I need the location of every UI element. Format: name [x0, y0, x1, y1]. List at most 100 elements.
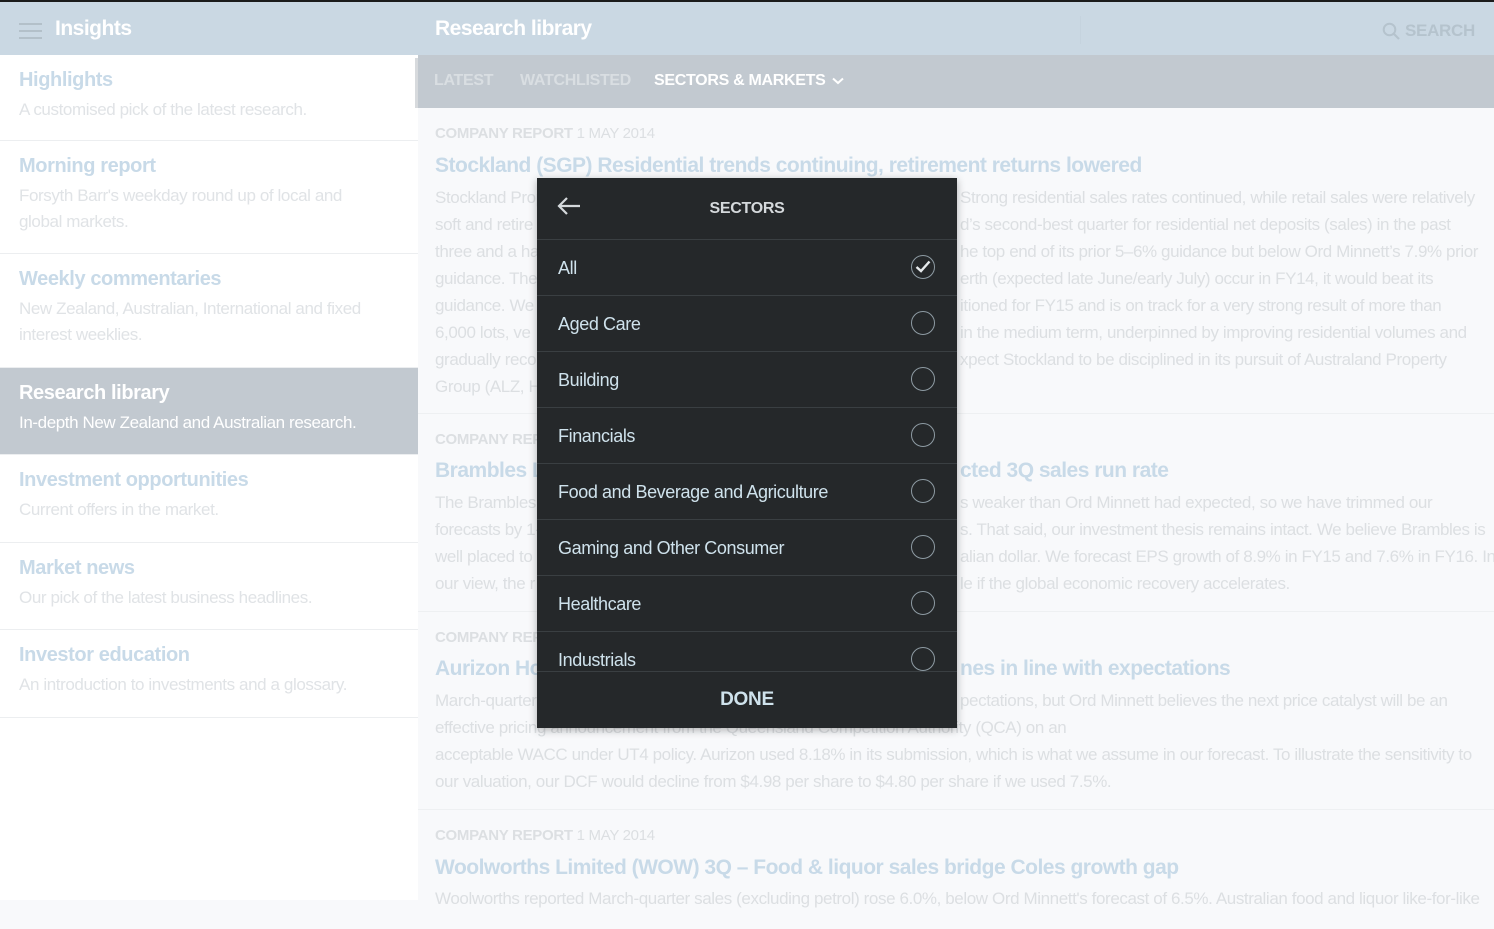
article-title-continued[interactable]: nes in line with expectations: [960, 657, 1231, 681]
sector-option-label: Industrials: [558, 650, 636, 670]
sector-option-label: Building: [558, 370, 619, 390]
article-body: Woolworths reported March-quarter sales …: [435, 885, 1480, 912]
sidebar-item-title: Morning report: [19, 155, 156, 177]
checkmark-circle-icon[interactable]: [911, 255, 935, 279]
sidebar-item-title: Investment opportunities: [19, 469, 249, 491]
sidebar-item-title: Highlights: [19, 69, 113, 91]
article-title-continued[interactable]: cted 3Q sales run rate: [960, 459, 1169, 483]
radio-circle-icon[interactable]: [911, 367, 935, 391]
sidebar-item-investor-education[interactable]: Investor education An introduction to in…: [0, 630, 418, 718]
tab-latest[interactable]: LATEST: [434, 72, 494, 90]
article-body-text: soft and retire: [435, 215, 533, 234]
article-item[interactable]: COMPANY REPORT 1 MAY 2014 Woolworths Lim…: [418, 809, 1494, 929]
article-body-text: three and a ha: [435, 242, 540, 261]
article-body-text: in the medium term, underpinned by impro…: [960, 323, 1467, 342]
article-title[interactable]: Stockland (SGP) Residential trends conti…: [435, 154, 1142, 178]
radio-circle-icon[interactable]: [911, 591, 935, 615]
sidebar-item-research-library[interactable]: Research library In-depth New Zealand an…: [0, 368, 418, 455]
article-title[interactable]: Aurizon Hol: [435, 657, 548, 681]
sidebar-list: Highlights A customised pick of the late…: [0, 55, 418, 718]
article-body-text: s. That said, our investment thesis rema…: [960, 520, 1486, 539]
article-body-text: xpect Stockland to be disciplined in its…: [960, 350, 1447, 369]
article-body-text: guidance. We: [435, 296, 534, 315]
article-body-text: s weaker than Ord Minnett had expected, …: [960, 493, 1433, 512]
sidebar-item-desc: Current offers in the market.: [19, 500, 219, 519]
sector-option-label: Gaming and Other Consumer: [558, 538, 785, 558]
sector-option[interactable]: Industrials: [537, 632, 957, 671]
sidebar-item-market-news[interactable]: Market news Our pick of the latest busin…: [0, 543, 418, 630]
article-date: 1 MAY 2014: [576, 827, 655, 844]
radio-circle-icon[interactable]: [911, 311, 935, 335]
article-body-text: gradually reco: [435, 350, 537, 369]
article-body-line: acceptable WACC under UT4 policy. Aurizo…: [435, 741, 1480, 768]
sector-option[interactable]: Healthcare: [537, 576, 957, 632]
sidebar-item-morning-report[interactable]: Morning report Forsyth Barr's weekday ro…: [0, 141, 418, 254]
sidebar-item-title: Investor education: [19, 644, 190, 666]
article-body-text: Stockland Prop: [435, 188, 545, 207]
article-body-line: our valuation, our DCF would decline fro…: [435, 768, 1480, 795]
modal-title: SECTORS: [709, 200, 785, 217]
article-body-text: well placed to: [435, 547, 533, 566]
article-body-text: Strong residential sales rates continued…: [960, 188, 1475, 207]
sector-option[interactable]: All: [537, 240, 957, 296]
sidebar-item-weekly-commentaries[interactable]: Weekly commentaries New Zealand, Austral…: [0, 254, 418, 368]
sidebar: Insights Highlights A customised pick of…: [0, 0, 418, 900]
sidebar-item-investment-opportunities[interactable]: Investment opportunities Current offers …: [0, 455, 418, 543]
radio-circle-icon[interactable]: [911, 479, 935, 503]
article-meta: COMPANY REPO: [435, 629, 554, 646]
hamburger-menu-icon[interactable]: [19, 23, 42, 39]
sidebar-item-desc: In-depth New Zealand and Australian rese…: [19, 413, 357, 432]
sector-option[interactable]: Financials: [537, 408, 957, 464]
modal-footer: DONE: [537, 671, 957, 729]
sidebar-item-desc: An introduction to investments and a glo…: [19, 675, 348, 694]
article-body-text: acceptable WACC under UT4 policy. Aurizo…: [435, 745, 1472, 764]
article-body-text: March-quarter: [435, 691, 537, 710]
sidebar-item-desc: Forsyth Barr's weekday round up of local…: [19, 186, 342, 231]
sector-option-label: Healthcare: [558, 594, 642, 614]
radio-circle-icon[interactable]: [911, 423, 935, 447]
done-button[interactable]: DONE: [537, 689, 957, 711]
sidebar-item-title: Research library: [19, 382, 170, 404]
sidebar-header: Insights: [0, 2, 418, 55]
article-body-text: our valuation, our DCF would decline fro…: [435, 772, 1112, 791]
article-meta: COMPANY REPORT 1 MAY 2014: [435, 827, 655, 844]
sidebar-item-desc: A customised pick of the latest research…: [19, 100, 307, 119]
article-body-text: itioned for FY15 and is on track for a v…: [960, 296, 1442, 315]
sector-option-label: Aged Care: [558, 314, 641, 334]
radio-circle-icon[interactable]: [911, 535, 935, 559]
search-button[interactable]: SEARCH: [1382, 21, 1475, 41]
sector-option[interactable]: Food and Beverage and Agriculture: [537, 464, 957, 520]
article-body-text: guidance. The: [435, 269, 538, 288]
page-title: Research library: [435, 17, 592, 40]
article-body-text: forecasts by 1-: [435, 520, 541, 539]
article-body-text: Group (ALZ, Ho: [435, 377, 550, 396]
article-body-text: pectations, but Ord Minnett believes the…: [960, 691, 1448, 710]
sector-option[interactable]: Aged Care: [537, 296, 957, 352]
article-date: 1 MAY 2014: [576, 125, 655, 142]
article-body-text: Woolworths reported March-quarter sales …: [435, 889, 1480, 908]
sidebar-item-desc: Our pick of the latest business headline…: [19, 588, 313, 607]
article-title[interactable]: Brambles Li: [435, 459, 550, 483]
article-body-text: alian dollar. We forecast EPS growth of …: [960, 547, 1494, 566]
tab-watchlisted[interactable]: WATCHLISTED: [520, 72, 631, 90]
sectors-modal: SECTORS All Aged Care Building Financials Fo…: [537, 178, 957, 728]
article-body-text: The Brambles: [435, 493, 537, 512]
sector-option[interactable]: Building: [537, 352, 957, 408]
top-border: [0, 0, 1494, 2]
sidebar-title: Insights: [55, 17, 132, 40]
sidebar-item-title: Market news: [19, 557, 135, 579]
sector-options-list[interactable]: All Aged Care Building Financials Food and B…: [537, 240, 957, 671]
tab-sectors-markets[interactable]: SECTORS & MARKETS: [654, 72, 844, 90]
article-meta: COMPANY REPORT 1 MAY 2014: [435, 125, 655, 142]
header-divider: [1080, 16, 1081, 44]
article-title[interactable]: Woolworths Limited (WOW) 3Q – Food & liq…: [435, 856, 1179, 880]
radio-circle-icon[interactable]: [911, 647, 935, 671]
article-kind: COMPANY REPORT: [435, 125, 573, 142]
article-body-text: erth (expected late June/early July) occ…: [960, 269, 1434, 288]
sector-option[interactable]: Gaming and Other Consumer: [537, 520, 957, 576]
article-body-text: he top end of its prior 5–6% guidance bu…: [960, 242, 1479, 261]
sidebar-item-highlights[interactable]: Highlights A customised pick of the late…: [0, 55, 418, 141]
sector-option-label: All: [558, 258, 577, 278]
article-body-text: le if the global economic recovery accel…: [960, 574, 1290, 593]
article-body-text: d’s second-best quarter for residential …: [960, 215, 1451, 234]
